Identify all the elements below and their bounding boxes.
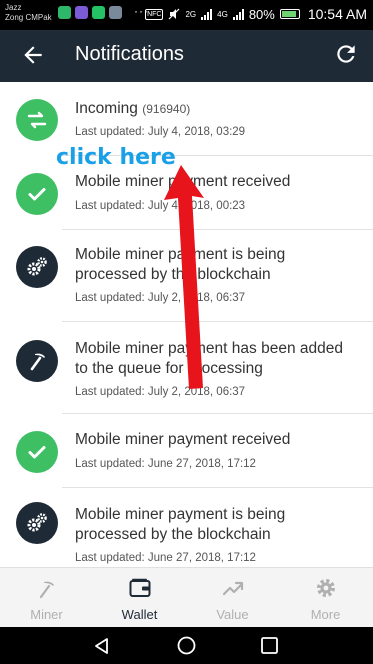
- transfer-icon: [16, 99, 58, 141]
- back-arrow-icon[interactable]: [20, 42, 46, 68]
- check-icon: [16, 431, 58, 473]
- annotation-arrow-icon: [164, 165, 204, 389]
- nav-label: Wallet: [121, 607, 158, 622]
- refresh-icon[interactable]: [333, 41, 359, 67]
- notification-item-payment-received[interactable]: Mobile miner payment received Last updat…: [0, 414, 373, 488]
- nav-miner[interactable]: Miner: [0, 568, 93, 628]
- battery-icon: [279, 9, 300, 19]
- notification-timestamp: Last updated: June 27, 2018, 17:12: [75, 458, 256, 470]
- gears-icon: [16, 502, 58, 544]
- pickaxe-icon: [16, 340, 58, 382]
- app-bar: Notifications: [0, 30, 373, 82]
- photo-icon: [109, 6, 122, 19]
- signal-1-icon: [201, 8, 213, 20]
- nav-label: Miner: [30, 607, 63, 622]
- nav-label: More: [310, 607, 341, 622]
- notification-title: Incoming (916940): [75, 99, 355, 119]
- check-icon: [16, 173, 58, 215]
- notification-timestamp: Last updated: June 27, 2018, 17:12: [75, 552, 256, 564]
- whatsapp-icon: [92, 6, 105, 19]
- carrier-2: Zong CMPak: [5, 13, 52, 22]
- nfc-icon: NFC: [145, 8, 164, 20]
- wallet-icon: [129, 578, 150, 597]
- signal-2-type: 4G: [217, 9, 228, 19]
- nav-label: Value: [216, 607, 249, 622]
- clock: 10:54 AM: [307, 6, 367, 22]
- page-title: Notifications: [75, 43, 184, 65]
- carrier-1: Jazz: [5, 3, 22, 12]
- status-bar: Jazz Zong CMPak ··· NFC 2G 4G 80% 10:54 …: [0, 0, 373, 30]
- battery-percent: 80%: [248, 6, 275, 22]
- mute-icon: [169, 8, 180, 20]
- transaction-id: (916940): [142, 102, 191, 116]
- pickaxe-icon: [39, 581, 54, 599]
- signal-2-icon: [232, 8, 244, 20]
- gears-icon: [16, 246, 58, 288]
- carrier-info: Jazz Zong CMPak: [5, 3, 52, 23]
- notification-title: Mobile miner payment received: [75, 173, 291, 190]
- bottom-navigation: Miner Wallet Value More: [0, 567, 373, 627]
- notification-item-processing[interactable]: Mobile miner payment is being processed …: [0, 488, 373, 567]
- notification-title: Mobile miner payment is being processed …: [75, 246, 286, 283]
- nav-value[interactable]: Value: [186, 568, 279, 628]
- chart-icon: [222, 581, 243, 596]
- notification-title: Mobile miner payment received: [75, 431, 291, 448]
- system-home-icon[interactable]: [176, 635, 197, 656]
- gear-icon: [316, 579, 335, 597]
- nav-wallet[interactable]: Wallet: [93, 568, 186, 628]
- notification-title: Mobile miner payment is being processed …: [75, 506, 286, 543]
- notification-title: Mobile miner payment has been added to t…: [75, 340, 343, 377]
- nav-more[interactable]: More: [279, 568, 372, 628]
- notification-icons: [58, 6, 122, 19]
- system-recents-icon[interactable]: [260, 636, 279, 655]
- system-status: NFC 2G 4G 80% 10:54 AM: [145, 6, 367, 22]
- system-navigation-bar: [0, 627, 373, 664]
- viber-icon: [75, 6, 88, 19]
- signal-1-type: 2G: [185, 9, 197, 19]
- app-notification-icon: [58, 6, 71, 19]
- system-back-icon[interactable]: [92, 636, 112, 656]
- notification-timestamp: Last updated: July 4, 2018, 03:29: [75, 126, 246, 138]
- notification-title-text: Incoming: [75, 100, 138, 117]
